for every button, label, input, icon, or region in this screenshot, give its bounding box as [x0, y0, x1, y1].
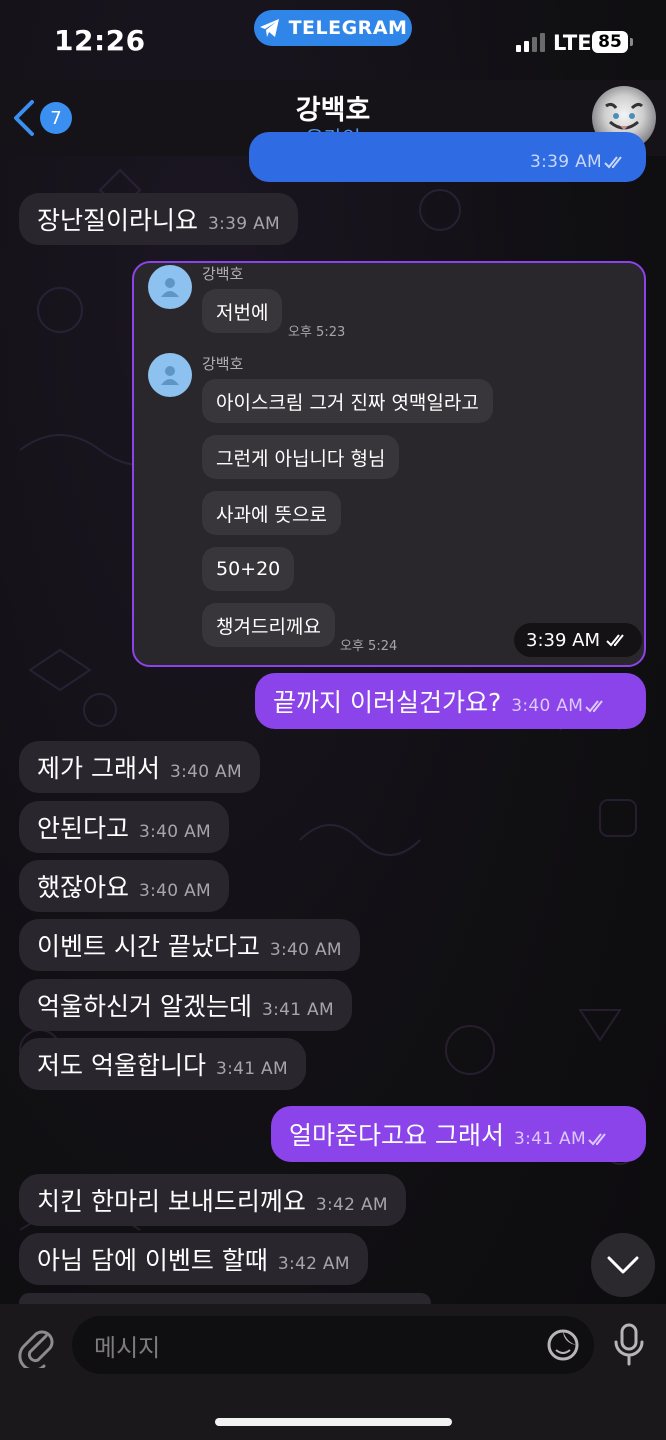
message-in[interactable]: 아님 담에 이벤트 할때 3:42 AM: [19, 1233, 368, 1285]
forwarded-sender: 강백호: [202, 355, 244, 373]
message-text: 저도 억울합니다: [37, 1051, 206, 1080]
message-in[interactable]: 안된다고 3:40 AM: [19, 801, 229, 853]
message-in[interactable]: 장난질이라니요 3:39 AM: [19, 193, 298, 245]
message-in[interactable]: 했잖아요 3:40 AM: [19, 860, 229, 912]
message-time: 3:39 AM: [526, 629, 600, 651]
message-time: 3:40 AM: [269, 940, 342, 960]
message-input[interactable]: 메시지: [72, 1316, 594, 1374]
double-check-icon: [606, 634, 624, 647]
message-in[interactable]: 저도 억울합니다 3:41 AM: [19, 1038, 306, 1090]
message-text: 제가 그래서: [37, 754, 160, 783]
message-time: 3:42 AM: [315, 1195, 388, 1215]
forwarded-time: 오후 5:24: [340, 639, 398, 654]
message-in[interactable]: 제가 그래서 3:40 AM: [19, 741, 260, 793]
message-time: 3:41 AM: [215, 1059, 288, 1079]
forwarded-message: 50+20: [202, 547, 295, 591]
message-time: 3:41 AM: [261, 1000, 334, 1020]
message-in[interactable]: 치킨 한마리 보내드리께요 3:42 AM: [19, 1174, 406, 1226]
double-check-icon: [588, 1133, 606, 1146]
card-time-badge: 3:39 AM: [514, 623, 642, 657]
message-time: 3:40 AM: [169, 762, 242, 782]
battery-icon: 85: [592, 31, 633, 53]
forwarded-messages-card[interactable]: 강백호 저번에 오후 5:23 강백호 아이스크림 그거 진짜 엿맥일라고 그런…: [132, 261, 646, 667]
forwarded-sender: 강백호: [202, 265, 244, 283]
message-time: 3:39 AM: [530, 152, 602, 172]
message-text: 했잖아요: [37, 873, 130, 902]
status-bar: 12:26 TELEGRAM LTE 85: [0, 0, 666, 80]
forwarded-message: 아이스크림 그거 진짜 엿맥일라고: [202, 379, 493, 423]
message-in[interactable]: 억울하신거 알겠는데 3:41 AM: [19, 979, 352, 1031]
network-type: LTE: [553, 31, 592, 55]
message-input-placeholder: 메시지: [94, 1333, 161, 1362]
sender-avatar: [148, 353, 192, 397]
message-text: 아님 담에 이벤트 할때: [37, 1246, 268, 1275]
message-text: 장난질이라니요: [37, 206, 199, 235]
status-time: 12:26: [54, 24, 146, 57]
message-out-partial[interactable]: 3:39 AM: [249, 132, 646, 182]
paperclip-icon[interactable]: [16, 1322, 56, 1368]
forwarded-time: 오후 5:23: [288, 325, 346, 340]
forwarded-message: 사과에 뜻으로: [202, 491, 341, 535]
message-time: 3:41 AM: [513, 1129, 586, 1149]
forwarded-message: 챙겨드리께요: [202, 603, 335, 647]
home-indicator: [215, 1418, 452, 1426]
signal-icon: [516, 33, 545, 52]
scroll-down-button[interactable]: [591, 1233, 655, 1297]
message-text: 끝까지 이러실건가요?: [273, 688, 502, 717]
forwarded-message: 저번에: [202, 289, 283, 333]
double-check-icon: [585, 700, 603, 713]
chevron-down-icon: [607, 1256, 639, 1274]
message-time: 3:40 AM: [139, 881, 211, 901]
message-in[interactable]: 이벤트 시간 끝났다고 3:40 AM: [19, 919, 360, 971]
telegram-icon: [259, 19, 279, 37]
telegram-pill[interactable]: TELEGRAM: [254, 10, 412, 46]
double-check-icon: [604, 156, 622, 169]
message-out[interactable]: 얼마준다고요 그래서 3:41 AM: [271, 1106, 646, 1162]
user-icon: [161, 278, 179, 297]
message-text: 억울하신거 알겠는데: [37, 992, 252, 1021]
message-text: 치킨 한마리 보내드리께요: [37, 1187, 306, 1216]
sender-avatar: [148, 265, 192, 309]
message-text: 얼마준다고요 그래서: [289, 1121, 504, 1150]
telegram-pill-label: TELEGRAM: [288, 17, 408, 39]
message-time: 3:39 AM: [208, 214, 280, 234]
message-text: 안된다고: [37, 814, 130, 843]
message-text: 이벤트 시간 끝났다고: [37, 932, 260, 961]
microphone-icon[interactable]: [612, 1322, 646, 1368]
forwarded-message: 그런게 아닙니다 형님: [202, 435, 400, 479]
message-time: 3:40 AM: [139, 822, 211, 842]
message-out[interactable]: 끝까지 이러실건가요? 3:40 AM: [255, 673, 646, 729]
message-time: 3:42 AM: [277, 1254, 350, 1274]
user-icon: [161, 366, 179, 385]
message-time: 3:40 AM: [511, 696, 584, 716]
message-input-bar: 메시지: [0, 1304, 666, 1440]
sticker-icon[interactable]: [546, 1328, 580, 1362]
